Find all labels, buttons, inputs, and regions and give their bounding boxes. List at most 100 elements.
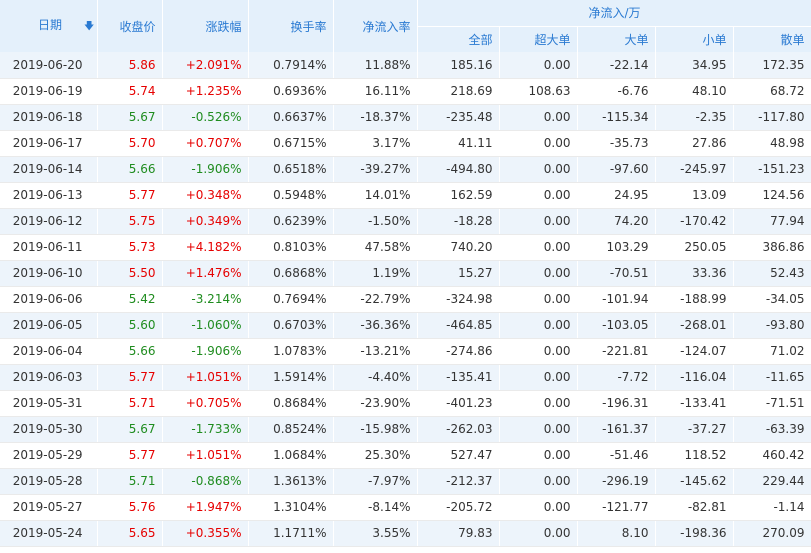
cell-date: 2019-06-13 [0,182,98,209]
cell-net-retail: -117.80 [733,104,811,131]
cell-date: 2019-06-03 [0,364,98,391]
cell-turnover: 1.0783% [248,338,334,365]
table-row[interactable]: 2019-05-28 5.71 -0.868% 1.3613% -7.97% -212.3… [0,468,811,495]
cell-date: 2019-05-30 [0,416,98,443]
cell-date: 2019-05-24 [0,520,98,547]
cell-change: +1.235% [162,78,249,105]
table-row[interactable]: 2019-05-24 5.65 +0.355% 1.1711% 3.55% 79.83 0.… [0,520,811,547]
cell-change: -1.906% [162,338,249,365]
cell-net-ratio: -15.98% [333,416,418,443]
header-date[interactable]: 日期 🡇 [0,0,98,52]
cell-net-retail: 52.43 [733,260,811,287]
cell-net-large: 103.29 [577,234,656,261]
cell-net-all: 527.47 [417,442,500,469]
cell-net-large: -296.19 [577,468,656,495]
cell-turnover: 0.8103% [248,234,334,261]
cell-close: 5.50 [97,260,163,287]
cell-net-small: 34.95 [655,52,734,79]
table-row[interactable]: 2019-06-10 5.50 +1.476% 0.6868% 1.19% 15.27 0.… [0,260,811,287]
table-row[interactable]: 2019-06-03 5.77 +1.051% 1.5914% -4.40% -135.4… [0,364,811,391]
cell-net-all: 218.69 [417,78,500,105]
cell-net-super: 0.00 [499,416,578,443]
table-row[interactable]: 2019-06-13 5.77 +0.348% 0.5948% 14.01% 162.59… [0,182,811,209]
cell-net-small: -124.07 [655,338,734,365]
cell-net-all: 740.20 [417,234,500,261]
table-row[interactable]: 2019-05-30 5.67 -1.733% 0.8524% -15.98% -262.… [0,416,811,443]
cell-net-ratio: 1.19% [333,260,418,287]
cell-close: 5.60 [97,312,163,339]
cell-net-ratio: -4.40% [333,364,418,391]
cell-change: +0.348% [162,182,249,209]
cell-net-super: 0.00 [499,442,578,469]
header-close[interactable]: 收盘价 [97,0,163,52]
cell-net-ratio: -13.21% [333,338,418,365]
cell-net-large: 8.10 [577,520,656,547]
cell-date: 2019-05-29 [0,442,98,469]
table-row[interactable]: 2019-06-04 5.66 -1.906% 1.0783% -13.21% -274.… [0,338,811,365]
cell-close: 5.77 [97,442,163,469]
cell-net-super: 0.00 [499,338,578,365]
cell-net-super: 0.00 [499,390,578,417]
cell-net-small: -2.35 [655,104,734,131]
table-row[interactable]: 2019-05-31 5.71 +0.705% 0.8684% -23.90% -401.… [0,390,811,417]
cell-net-retail: -93.80 [733,312,811,339]
cell-net-all: -324.98 [417,286,500,313]
table-row[interactable]: 2019-06-12 5.75 +0.349% 0.6239% -1.50% -18.28… [0,208,811,235]
table-row[interactable]: 2019-06-20 5.86 +2.091% 0.7914% 11.88% 185.16… [0,52,811,79]
cell-turnover: 0.6715% [248,130,334,157]
header-turnover[interactable]: 换手率 [248,0,334,52]
cell-change: -1.733% [162,416,249,443]
table-row[interactable]: 2019-06-19 5.74 +1.235% 0.6936% 16.11% 218.69… [0,78,811,105]
cell-change: +1.051% [162,442,249,469]
cell-net-retail: 172.35 [733,52,811,79]
cell-turnover: 0.7914% [248,52,334,79]
cell-net-ratio: -18.37% [333,104,418,131]
table-row[interactable]: 2019-06-05 5.60 -1.060% 0.6703% -36.36% -464.… [0,312,811,339]
header-sub-large[interactable]: 大单 [577,26,656,52]
cell-net-all: -18.28 [417,208,500,235]
header-sub-all[interactable]: 全部 [417,26,500,52]
cell-net-all: -212.37 [417,468,500,495]
cell-close: 5.71 [97,390,163,417]
cell-change: +0.349% [162,208,249,235]
cell-net-all: 79.83 [417,520,500,547]
cell-close: 5.70 [97,130,163,157]
sort-down-arrow-icon[interactable]: 🡇 [84,19,94,36]
cell-net-all: 162.59 [417,182,500,209]
cell-net-small: -188.99 [655,286,734,313]
table-row[interactable]: 2019-05-29 5.77 +1.051% 1.0684% 25.30% 527.47… [0,442,811,469]
header-net-ratio[interactable]: 净流入率 [333,0,418,52]
header-change[interactable]: 涨跌幅 [162,0,249,52]
table-row[interactable]: 2019-06-11 5.73 +4.182% 0.8103% 47.58% 740.20… [0,234,811,261]
cell-net-large: -51.46 [577,442,656,469]
header-sub-retail[interactable]: 散单 [733,26,811,52]
cell-close: 5.65 [97,520,163,547]
cell-turnover: 1.3104% [248,494,334,521]
table-row[interactable]: 2019-06-06 5.42 -3.214% 0.7694% -22.79% -324.… [0,286,811,313]
table-row[interactable]: 2019-06-17 5.70 +0.707% 0.6715% 3.17% 41.11 0.… [0,130,811,157]
cell-net-all: -401.23 [417,390,500,417]
cell-change: -1.906% [162,156,249,183]
cell-net-super: 0.00 [499,182,578,209]
cell-net-small: -198.36 [655,520,734,547]
table-row[interactable]: 2019-05-27 5.76 +1.947% 1.3104% -8.14% -205.7… [0,494,811,521]
cell-net-small: 33.36 [655,260,734,287]
cell-net-ratio: -7.97% [333,468,418,495]
header-sub-super[interactable]: 超大单 [499,26,578,52]
cell-change: +2.091% [162,52,249,79]
cell-net-large: -115.34 [577,104,656,131]
header-sub-small[interactable]: 小单 [655,26,734,52]
cell-net-retail: 48.98 [733,130,811,157]
cell-net-super: 0.00 [499,104,578,131]
cell-net-large: 74.20 [577,208,656,235]
cell-net-super: 0.00 [499,234,578,261]
cell-turnover: 1.1711% [248,520,334,547]
cell-net-retail: -71.51 [733,390,811,417]
cell-net-ratio: -23.90% [333,390,418,417]
table-row[interactable]: 2019-06-14 5.66 -1.906% 0.6518% -39.27% -494.… [0,156,811,183]
cell-net-retail: -34.05 [733,286,811,313]
cell-turnover: 1.5914% [248,364,334,391]
table-row[interactable]: 2019-06-18 5.67 -0.526% 0.6637% -18.37% -235.… [0,104,811,131]
cell-net-all: -274.86 [417,338,500,365]
cell-net-small: 48.10 [655,78,734,105]
